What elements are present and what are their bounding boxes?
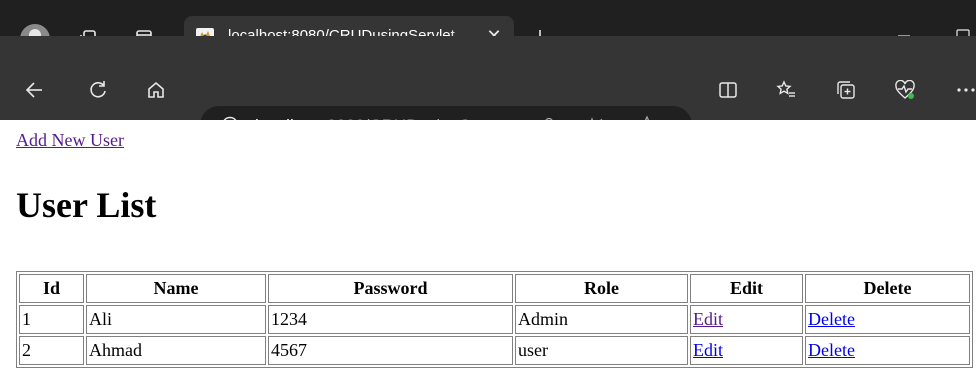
cell-edit: Edit [690, 305, 803, 334]
delete-link[interactable]: Delete [808, 309, 855, 329]
cell-delete: Delete [805, 305, 970, 334]
refresh-icon[interactable] [86, 78, 110, 102]
page-title: User List [16, 185, 157, 225]
browser-toolbar: localhost:8080/CRUDusingS... [0, 36, 976, 144]
column-header-role: Role [515, 274, 688, 303]
cell-name: Ali [86, 305, 266, 334]
table-row: 1 Ali 1234 Admin Edit Delete [19, 305, 970, 334]
edit-link[interactable]: Edit [693, 309, 723, 329]
back-icon[interactable] [22, 78, 46, 102]
column-header-id: Id [19, 274, 84, 303]
more-menu-icon[interactable] [956, 78, 976, 102]
split-screen-icon[interactable] [716, 78, 740, 102]
cell-id: 1 [19, 305, 84, 334]
cell-role: Admin [515, 305, 688, 334]
column-header-name: Name [86, 274, 266, 303]
browser-essentials-icon[interactable] [892, 78, 918, 102]
edit-link[interactable]: Edit [693, 340, 723, 360]
table-header-row: Id Name Password Role Edit Delete [19, 274, 970, 303]
user-table: Id Name Password Role Edit Delete 1 Ali … [16, 271, 973, 368]
column-header-password: Password [268, 274, 513, 303]
cell-password: 1234 [268, 305, 513, 334]
page-content: Add New User User List Id Name Password … [0, 120, 976, 368]
column-header-delete: Delete [805, 274, 970, 303]
favorites-icon[interactable] [774, 78, 798, 102]
browser-titlebar: localhost:8080/CRUDusingServlet ✕ [0, 0, 976, 56]
add-new-user-link[interactable]: Add New User [16, 130, 124, 151]
collections-icon[interactable] [834, 78, 858, 102]
column-header-edit: Edit [690, 274, 803, 303]
delete-link[interactable]: Delete [808, 340, 855, 360]
home-icon[interactable] [144, 78, 168, 102]
